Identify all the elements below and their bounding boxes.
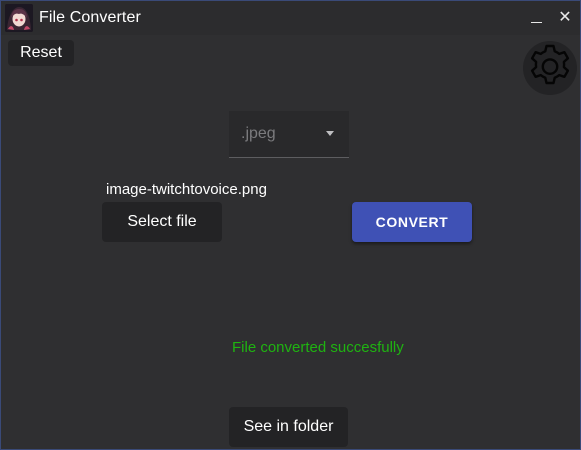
title-bar[interactable]: File Converter ✕ bbox=[1, 1, 580, 35]
caret-down-icon bbox=[326, 131, 334, 136]
status-message: File converted succesfully bbox=[232, 339, 404, 356]
selected-file-name: image-twitchtovoice.png bbox=[106, 181, 267, 198]
format-select-value: .jpeg bbox=[241, 125, 276, 142]
minimize-icon bbox=[531, 22, 542, 23]
convert-button[interactable]: CONVERT bbox=[352, 202, 472, 242]
reset-button[interactable]: Reset bbox=[8, 40, 74, 66]
gear-icon bbox=[530, 44, 570, 85]
settings-button[interactable] bbox=[523, 41, 577, 95]
app-window: File Converter ✕ Reset .jpeg image-twitc… bbox=[0, 0, 581, 450]
select-file-button[interactable]: Select file bbox=[102, 202, 222, 242]
app-logo-icon bbox=[5, 4, 33, 32]
see-in-folder-button[interactable]: See in folder bbox=[229, 407, 348, 447]
minimize-button[interactable] bbox=[525, 7, 549, 29]
window-title: File Converter bbox=[39, 9, 141, 26]
close-icon: ✕ bbox=[558, 9, 572, 26]
close-button[interactable]: ✕ bbox=[553, 7, 577, 29]
format-select[interactable]: .jpeg bbox=[229, 111, 349, 158]
